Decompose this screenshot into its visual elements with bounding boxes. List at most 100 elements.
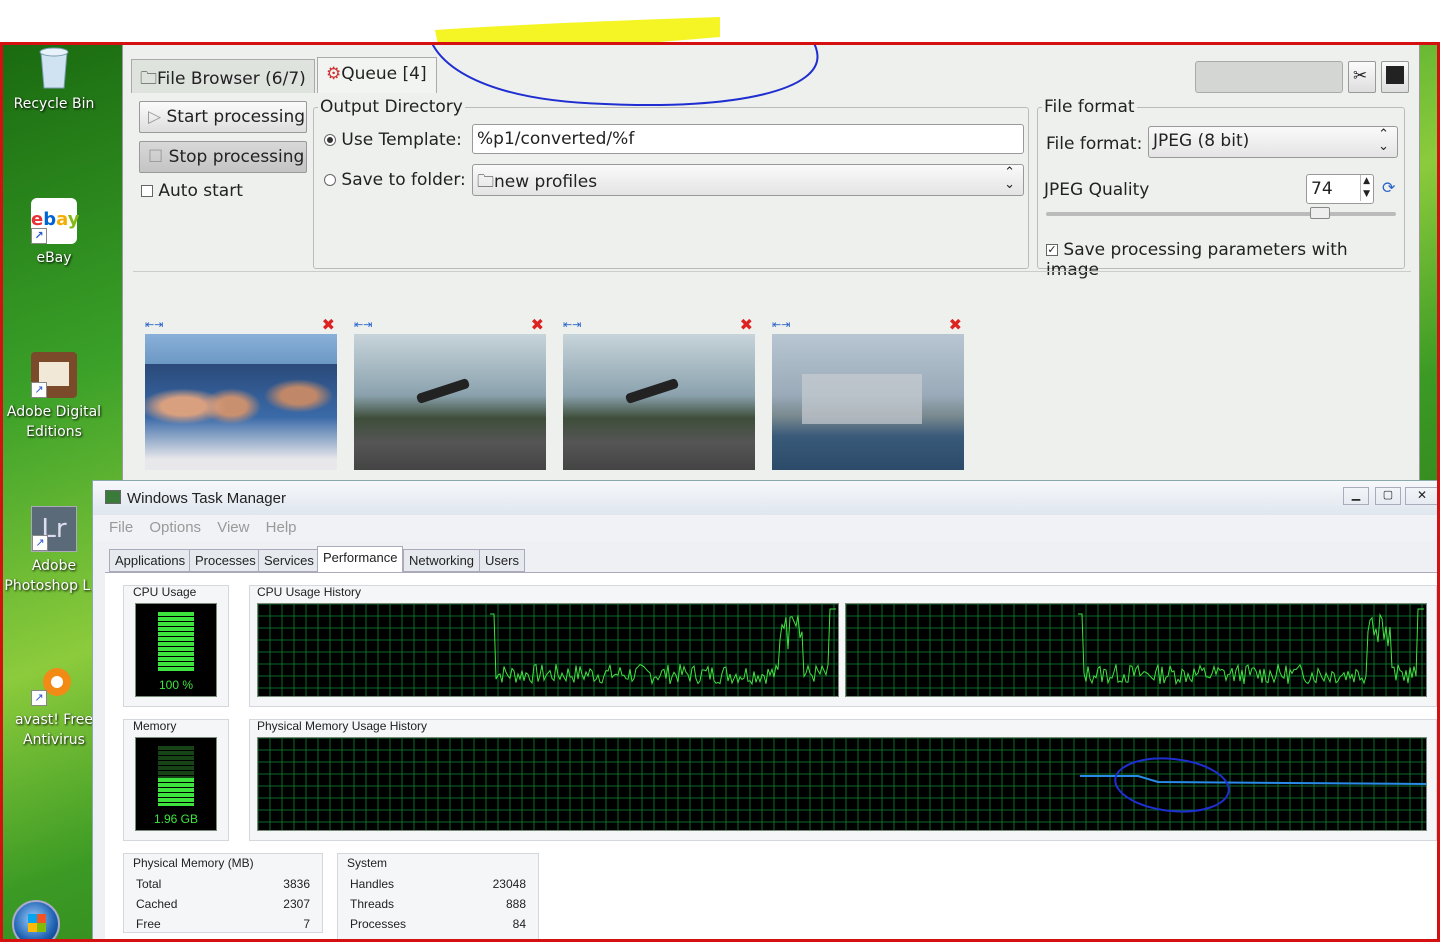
template-input[interactable]: %p1/converted/%f (472, 124, 1024, 154)
move-arrows-icon[interactable]: ⇤⇥ (354, 318, 372, 331)
queue-thumbnail[interactable] (354, 334, 546, 470)
desktop-icon-recycle-bin[interactable]: Recycle Bin (0, 44, 108, 114)
desktop-icon-adobe-digital-editions[interactable]: ↗ Adobe Digital Editions (0, 352, 108, 442)
folder-select[interactable]: 🗀new profiles ⌃ ⌄ (472, 164, 1024, 196)
start-button[interactable] (12, 900, 60, 942)
menu-help[interactable]: Help (266, 519, 297, 536)
folder-icon: 🗀 (477, 172, 494, 192)
remove-icon[interactable]: ✖ (322, 315, 335, 334)
tab-applications[interactable]: Applications (109, 549, 192, 572)
stat-label: Handles (350, 877, 395, 891)
start-processing-button[interactable]: ▷ Start processing (139, 101, 307, 133)
reset-icon[interactable]: ⟳ (1382, 178, 1395, 197)
stat-value: 2307 (283, 897, 310, 911)
taskmanager-icon (105, 490, 121, 504)
slider-thumb[interactable] (1310, 207, 1330, 219)
physical-memory-title: Physical Memory (MB) (133, 856, 254, 870)
people-on-boat-photo (145, 364, 337, 470)
tab-users[interactable]: Users (479, 549, 525, 572)
fullscreen-button[interactable] (1381, 61, 1409, 93)
queue-item-controls: ⇤⇥ ✖ (354, 315, 546, 334)
remove-icon[interactable]: ✖ (740, 315, 753, 334)
menu-file[interactable]: File (109, 519, 133, 536)
auto-start-checkbox[interactable]: Auto start (141, 181, 243, 201)
tab-file-browser[interactable]: 🗀File Browser (6/7) (131, 59, 315, 93)
stat-label: Up Time (349, 935, 451, 942)
use-template-radio[interactable]: Use Template: (324, 130, 462, 150)
memory-meter-fill (158, 778, 194, 806)
waterfront-city-photo (802, 374, 922, 424)
stop-processing-button[interactable]: ☐ Stop processing (139, 141, 307, 173)
remove-icon[interactable]: ✖ (949, 315, 962, 334)
stat-value: 1:48:37 (453, 935, 527, 942)
file-format-group: File format File format: JPEG (8 bit) ⌃ ⌄… (1037, 97, 1405, 280)
folder-icon: 🗀 (140, 69, 157, 89)
queue-thumbnail[interactable] (772, 334, 964, 470)
adobe-digital-editions-icon: ↗ (31, 352, 77, 398)
stat-row: Processes 84 (349, 915, 527, 933)
lightroom-icon: Lr ↗ (31, 506, 77, 552)
fullscreen-icon (1386, 66, 1404, 84)
stat-row: Handles 23048 (349, 875, 527, 893)
stat-value: 7 (303, 917, 310, 931)
window-title: Windows Task Manager (127, 490, 286, 507)
tab-services[interactable]: Services (258, 549, 320, 572)
jpeg-quality-spin[interactable]: 74 ▲ ▼ (1306, 174, 1374, 204)
tab-processes[interactable]: Processes (189, 549, 262, 572)
cpu-trace (490, 608, 836, 686)
desktop: Recycle Bin ebay ↗ eBay ↗ Adobe Digital … (0, 42, 1440, 942)
avast-icon: ↗ (31, 660, 77, 706)
stat-label: Cached (136, 897, 178, 911)
queue-icon: ⚙ (326, 64, 342, 84)
save-to-folder-radio[interactable]: Save to folder: (324, 170, 466, 190)
task-manager-window: Windows Task Manager ▁ ▢ ✕ File Options … (92, 480, 1440, 942)
recycle-bin-icon (31, 44, 77, 90)
shortcut-arrow-icon: ↗ (31, 228, 47, 244)
move-arrows-icon[interactable]: ⇤⇥ (772, 318, 790, 331)
cpu-usage-value: 100 % (158, 678, 194, 692)
remove-icon[interactable]: ✖ (531, 315, 544, 334)
annotation-ellipse (430, 42, 819, 107)
play-icon: ▷ (148, 107, 167, 127)
updown-chevron-icon: ⌃ ⌄ (1378, 127, 1389, 154)
queue-thumbnail[interactable] (563, 334, 755, 470)
tools-icon: ✂ (1353, 66, 1368, 86)
queue-item-controls: ⇤⇥ ✖ (563, 315, 755, 334)
spin-arrows-icon[interactable]: ▲ ▼ (1360, 175, 1370, 201)
tab-networking[interactable]: Networking (403, 549, 481, 572)
file-format-title: File format (1042, 97, 1137, 117)
cpu-history-label: CPU Usage History (257, 585, 362, 599)
jpeg-quality-slider[interactable] (1046, 207, 1396, 219)
annotation-ellipse (1114, 757, 1230, 813)
stat-value: 888 (505, 897, 526, 911)
minimize-button[interactable]: ▁ (1343, 487, 1369, 505)
shortcut-arrow-icon: ↗ (32, 535, 48, 551)
memory-history-graph (257, 737, 1427, 831)
menu-options[interactable]: Options (149, 519, 201, 536)
desktop-icon-label: Adobe Digital Editions (6, 404, 102, 440)
close-button[interactable]: ✕ (1405, 487, 1439, 505)
toolbar-field (1195, 61, 1343, 93)
menu-view[interactable]: View (217, 519, 249, 536)
desktop-icon-label: eBay (36, 250, 72, 266)
title-bar: Windows Task Manager ▁ ▢ ✕ (93, 481, 1439, 515)
windows-logo-icon (28, 914, 46, 932)
file-format-label: File format: (1046, 134, 1143, 154)
desktop-icon-ebay[interactable]: ebay ↗ eBay (0, 198, 108, 268)
updown-chevron-icon: ⌃ ⌄ (1004, 165, 1015, 192)
queue-thumbnail[interactable] (145, 334, 337, 470)
stat-label: Free (136, 917, 161, 931)
file-format-select[interactable]: JPEG (8 bit) ⌃ ⌄ (1148, 126, 1398, 158)
maximize-button[interactable]: ▢ (1375, 487, 1401, 505)
tab-performance[interactable]: Performance (317, 546, 404, 572)
stat-label: Threads (350, 897, 395, 911)
memory-history-label: Physical Memory Usage History (257, 719, 428, 733)
memory-label: Memory (133, 719, 177, 733)
stat-row: Free 7 (135, 915, 311, 933)
move-arrows-icon[interactable]: ⇤⇥ (563, 318, 581, 331)
jpeg-quality-label: JPEG Quality (1044, 180, 1150, 200)
move-arrows-icon[interactable]: ⇤⇥ (145, 318, 163, 331)
preferences-button[interactable]: ✂ (1348, 61, 1376, 93)
queue-item-controls: ⇤⇥ ✖ (145, 315, 337, 334)
cpu-usage-label: CPU Usage (133, 585, 197, 599)
